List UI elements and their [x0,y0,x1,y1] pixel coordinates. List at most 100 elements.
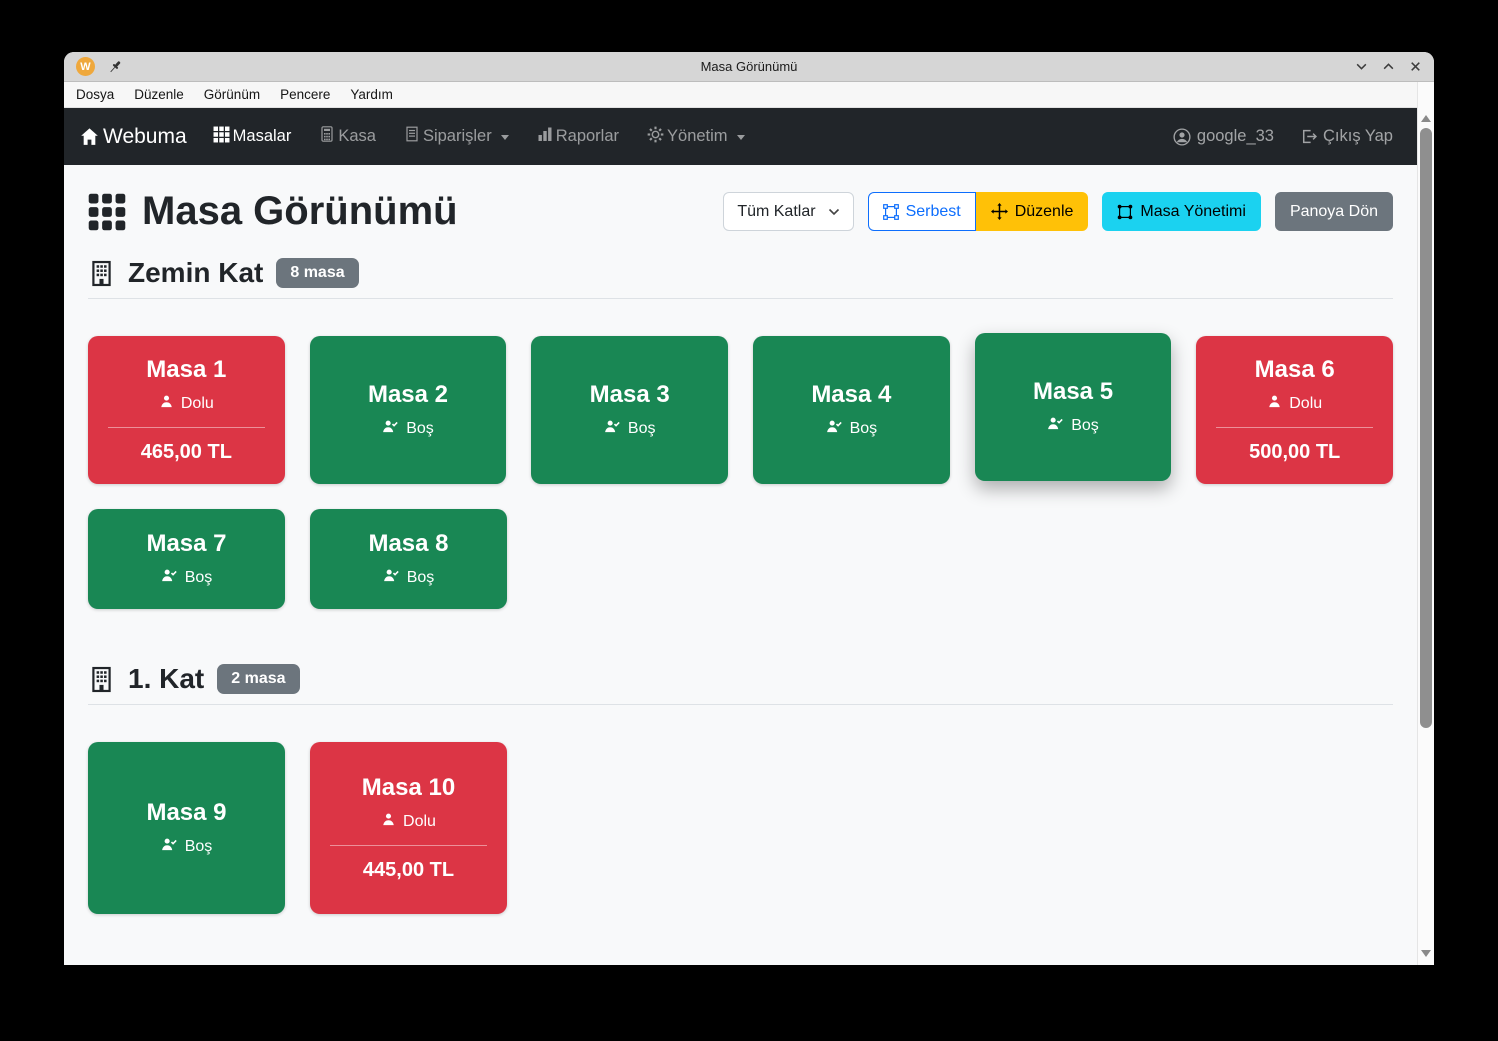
nav-item-masalar[interactable]: Masalar [213,126,292,148]
table-status: Boş [1047,416,1099,436]
scroll-up-arrow[interactable] [1421,115,1431,122]
grid-icon [213,126,230,148]
logout-button[interactable]: Çıkış Yap [1300,127,1393,146]
nav-item-kasa[interactable]: Kasa [319,126,376,147]
table-card[interactable]: Masa 1Dolu465,00 TL [88,336,285,484]
menu-pencere[interactable]: Pencere [270,82,340,107]
pin-icon[interactable] [107,59,123,75]
person-check-icon [382,419,399,439]
window-title: Masa Görünümü [64,59,1434,74]
card-divider [108,427,265,428]
logout-icon [1300,128,1317,145]
person-check-icon [161,568,178,588]
table-status: Dolu [381,812,436,832]
building-icon [88,666,115,693]
close-button[interactable] [1409,60,1422,73]
gear-icon [647,126,664,148]
table-row: Masa 7 Boş Masa 8 Boş [88,509,1393,609]
person-icon [159,394,174,414]
scrollbar[interactable] [1417,82,1434,965]
nav-item-raporlar[interactable]: Raporlar [537,126,619,147]
person-check-icon [604,419,621,439]
page-title: Masa Görünümü [88,189,458,234]
floor-filter-select[interactable]: Tüm Katlar [723,192,853,231]
bounding-box-circles-icon [1117,204,1133,220]
titlebar: W Masa Görünümü [64,52,1434,82]
table-card[interactable]: Masa 10 Dolu 445,00 TL [310,742,507,914]
menu-yardim[interactable]: Yardım [340,82,403,107]
table-name: Masa 8 [368,530,448,558]
table-card[interactable]: Masa 7 Boş [88,509,285,609]
table-name: Masa 6 [1255,356,1335,384]
table-card[interactable]: Masa 5 Boş [975,333,1172,481]
floor-section-1-kat: 1. Kat 2 masa Masa 9Boş Masa 10 Dolu 445,00… [88,663,1393,914]
nav-item-y-netim[interactable]: Yönetim [647,126,745,148]
floor-badge: 8 masa [276,258,358,288]
floor-section-zemin-kat: Zemin Kat 8 masa Masa 1Dolu465,00 TLMasa… [88,257,1393,609]
menu-duzenle[interactable]: Düzenle [124,82,194,107]
chevron-down-icon [828,208,840,216]
table-card[interactable]: Masa 3Boş [531,336,728,484]
table-price: 500,00 TL [1249,441,1340,464]
menu-gorunum[interactable]: Görünüm [194,82,270,107]
arrows-move-icon [991,203,1008,220]
card-divider [330,845,487,846]
person-circle-icon [1173,128,1191,146]
table-status: Boş [826,419,878,439]
menu-dosya[interactable]: Dosya [66,82,124,107]
table-card[interactable]: Masa 9Boş [88,742,285,914]
home-icon [80,127,99,146]
table-name: Masa 9 [146,799,226,827]
table-status: Boş [604,419,656,439]
content-area: Masa Görünümü Tüm Katlar [64,165,1417,965]
person-check-icon [1047,416,1064,436]
table-status: Boş [382,419,434,439]
floor-name: 1. Kat [128,663,204,695]
nav-item-sipari-ler[interactable]: Siparişler [404,126,509,147]
calculator-icon [319,126,335,147]
bar-chart-icon [537,126,553,147]
person-check-icon [161,837,178,857]
scroll-down-arrow[interactable] [1421,950,1431,957]
table-row: Masa 1Dolu465,00 TLMasa 2BoşMasa 3BoşMas… [88,336,1393,484]
table-card[interactable]: Masa 2 Boş [310,336,507,484]
divider [88,298,1393,299]
person-icon [1267,394,1282,414]
caret-down-icon [501,135,509,140]
scrollbar-thumb[interactable] [1420,128,1432,728]
table-card[interactable]: Masa 4Boş [753,336,950,484]
table-status: Boş [161,568,213,588]
table-name: Masa 10 [362,774,455,802]
app-window: W Masa Görünümü Dosya [64,52,1434,965]
table-price: 445,00 TL [363,859,454,882]
floor-name: Zemin Kat [128,257,263,289]
table-name: Masa 5 [1033,378,1113,406]
bounding-box-icon [883,204,899,220]
receipt-icon [404,126,420,147]
person-check-icon [826,419,843,439]
serbest-button[interactable]: Serbest [868,192,976,231]
brand-webuma[interactable]: Webuma [80,125,187,149]
card-divider [1216,427,1373,428]
table-card[interactable]: Masa 8 Boş [310,509,507,609]
table-card[interactable]: Masa 6 Dolu 500,00 TL [1196,336,1393,484]
menubar: Dosya Düzenle Görünüm Pencere Yardım [64,82,1417,108]
minimize-button[interactable] [1355,60,1368,73]
masa-yonetimi-button[interactable]: Masa Yönetimi [1102,192,1261,231]
caret-down-icon [737,135,745,140]
app-logo: W [76,57,95,76]
user-menu[interactable]: google_33 [1173,127,1274,146]
maximize-button[interactable] [1382,60,1395,73]
table-status: Boş [383,568,435,588]
username: google_33 [1197,127,1274,146]
table-price: 465,00 TL [141,441,232,464]
duzenle-button[interactable]: Düzenle [976,192,1089,231]
table-name: Masa 2 [368,381,448,409]
floor-badge: 2 masa [217,664,299,694]
table-name: Masa 7 [146,530,226,558]
table-status: Dolu [1267,394,1322,414]
person-check-icon [383,568,400,588]
panoya-don-button[interactable]: Panoya Dön [1275,192,1393,231]
divider [88,704,1393,705]
navbar: Webuma Masalar Kasa Siparişler Raporlar Yöne… [64,108,1417,165]
